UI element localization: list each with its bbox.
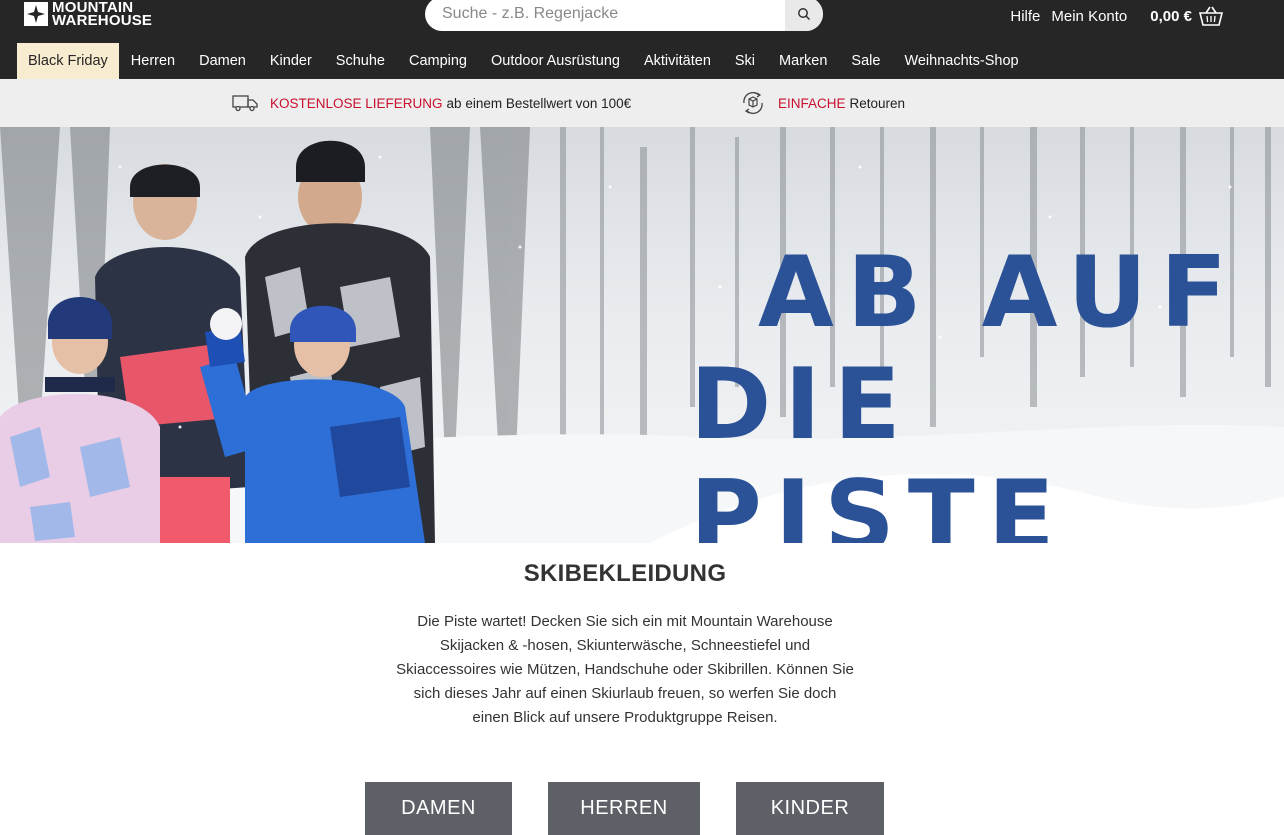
hero-headline-line-1: AB AUF <box>758 236 1241 350</box>
usp-bar: KOSTENLOSE LIEFERUNG ab einem Bestellwer… <box>0 79 1284 127</box>
usp-delivery[interactable]: KOSTENLOSE LIEFERUNG ab einem Bestellwer… <box>232 79 631 127</box>
main-nav: Black Friday Herren Damen Kinder Schuhe … <box>0 43 1284 79</box>
delivery-truck-icon <box>232 94 258 112</box>
search-button[interactable] <box>785 0 823 31</box>
basket-icon[interactable] <box>1198 5 1224 27</box>
intro-text: Die Piste wartet! Decken Sie sich ein mi… <box>396 613 854 726</box>
returns-highlight: EINFACHE <box>778 95 846 111</box>
nav-item-marken[interactable]: Marken <box>767 43 839 79</box>
delivery-highlight: KOSTENLOSE LIEFERUNG <box>270 95 443 111</box>
hero-headline-line-2: DIE PISTE <box>690 348 1068 543</box>
nav-item-sale[interactable]: Sale <box>839 43 892 79</box>
logo-text: MOUNTAIN WAREHOUSE <box>52 0 153 29</box>
delivery-text: ab einem Bestellwert von 100€ <box>446 95 632 111</box>
hero-banner[interactable]: AB AUF DIE PISTE <box>0 127 1284 543</box>
returns-box-icon <box>740 91 766 115</box>
logo-mark-icon <box>24 2 48 26</box>
damen-button[interactable]: DAMEN <box>365 782 512 835</box>
nav-item-damen[interactable]: Damen <box>187 43 258 79</box>
page-title: SKIBEKLEIDUNG <box>523 560 727 587</box>
herren-button[interactable]: HERREN <box>548 782 700 835</box>
nav-item-herren[interactable]: Herren <box>119 43 187 79</box>
header-links: Hilfe Mein Konto 0,00 € <box>999 5 1224 27</box>
search-input[interactable] <box>425 0 785 31</box>
nav-item-kinder[interactable]: Kinder <box>258 43 324 79</box>
nav-item-camping[interactable]: Camping <box>397 43 479 79</box>
usp-returns[interactable]: EINFACHE Retouren <box>740 79 905 127</box>
cart-total[interactable]: 0,00 € <box>1150 8 1192 25</box>
search-icon <box>798 8 811 21</box>
logo-line-2: WAREHOUSE <box>52 12 153 29</box>
account-link[interactable]: Mein Konto <box>1051 8 1127 25</box>
nav-item-weihnachts-shop[interactable]: Weihnachts-Shop <box>892 43 1030 79</box>
nav-item-outdoor-ausruestung[interactable]: Outdoor Ausrüstung <box>479 43 632 79</box>
returns-text: Retouren <box>849 95 906 111</box>
nav-item-aktivitaeten[interactable]: Aktivitäten <box>632 43 723 79</box>
site-logo[interactable]: MOUNTAIN WAREHOUSE <box>24 0 152 28</box>
search-bar <box>425 0 823 31</box>
kinder-button[interactable]: KINDER <box>736 782 884 835</box>
nav-item-black-friday[interactable]: Black Friday <box>17 43 119 79</box>
help-link[interactable]: Hilfe <box>1010 8 1040 25</box>
nav-item-ski[interactable]: Ski <box>723 43 767 79</box>
top-header: MOUNTAIN WAREHOUSE Hilfe Mein Konto 0,00… <box>0 0 1284 43</box>
hero-headline: AB AUF DIE PISTE <box>690 237 1284 543</box>
nav-item-schuhe[interactable]: Schuhe <box>324 43 397 79</box>
